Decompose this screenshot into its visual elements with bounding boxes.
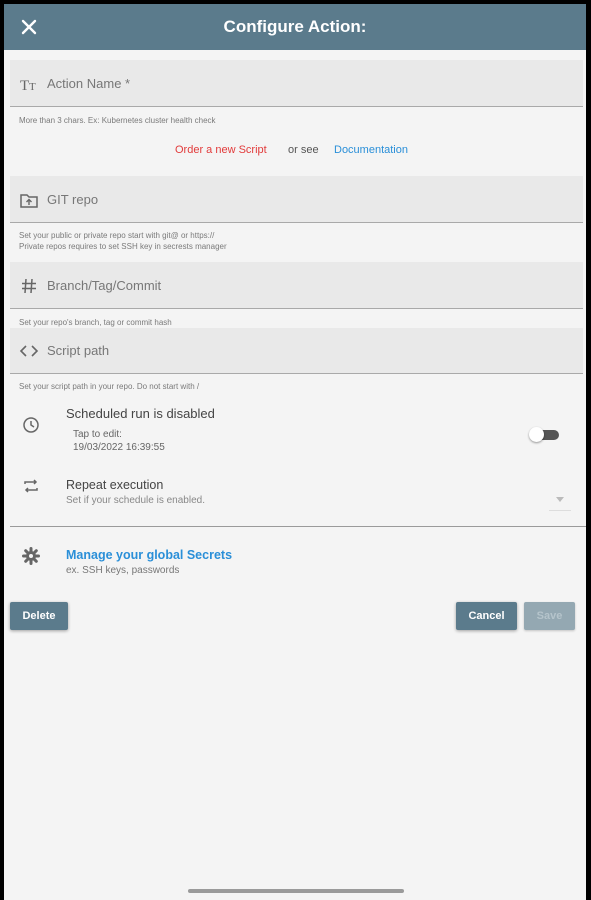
home-indicator	[188, 889, 404, 893]
repeat-dropdown[interactable]	[549, 482, 571, 511]
cancel-button[interactable]: Cancel	[456, 602, 517, 630]
branch-hint: Set your repo's branch, tag or commit ha…	[19, 318, 172, 327]
schedule-edit[interactable]: Tap to edit: 19/03/2022 16:39:55	[73, 428, 165, 454]
or-see-text: or see	[288, 144, 319, 156]
schedule-toggle[interactable]	[529, 427, 559, 442]
app-bar: Configure Action:	[4, 4, 586, 50]
repeat-title: Repeat execution	[66, 478, 164, 492]
section-divider	[10, 526, 586, 527]
secrets-subtitle: ex. SSH keys, passwords	[66, 565, 180, 576]
gear-icon	[22, 547, 40, 565]
chevron-down-icon	[556, 490, 564, 508]
action-name-field[interactable]: TT Action Name *	[10, 60, 583, 107]
order-script-link[interactable]: Order a new Script	[175, 144, 267, 156]
git-repo-hint-2: Private repos requires to set SSH key in…	[19, 242, 227, 251]
hash-icon	[19, 276, 39, 296]
repeat-icon	[22, 477, 40, 495]
script-path-hint: Set your script path in your repo. Do no…	[19, 382, 200, 391]
git-repo-field[interactable]: GIT repo	[10, 176, 583, 223]
script-path-label: Script path	[47, 343, 110, 358]
svg-text:T: T	[20, 78, 29, 94]
text-format-icon: TT	[19, 74, 39, 94]
script-path-field[interactable]: Script path	[10, 328, 583, 374]
branch-label: Branch/Tag/Commit	[47, 278, 162, 293]
delete-button[interactable]: Delete	[10, 602, 68, 630]
tap-to-edit-label: Tap to edit:	[73, 429, 122, 440]
manage-secrets-link[interactable]: Manage your global Secrets	[66, 548, 232, 562]
code-icon	[19, 341, 39, 361]
action-name-hint: More than 3 chars. Ex: Kubernetes cluste…	[19, 116, 216, 125]
schedule-datetime: 19/03/2022 16:39:55	[73, 442, 165, 453]
repeat-subtitle: Set if your schedule is enabled.	[66, 495, 205, 506]
clock-icon	[22, 416, 40, 434]
branch-field[interactable]: Branch/Tag/Commit	[10, 262, 583, 309]
action-name-label: Action Name *	[47, 76, 131, 91]
git-repo-hint-1: Set your public or private repo start wi…	[19, 231, 215, 240]
app-frame: Configure Action: TT Action Name * More …	[4, 4, 586, 900]
toggle-thumb	[529, 427, 544, 442]
page-title: Configure Action:	[223, 17, 367, 36]
svg-text:T: T	[29, 81, 36, 93]
save-button[interactable]: Save	[524, 602, 575, 630]
documentation-link[interactable]: Documentation	[334, 144, 408, 156]
git-repo-label: GIT repo	[47, 192, 99, 207]
schedule-status: Scheduled run is disabled	[66, 406, 215, 421]
folder-upload-icon	[19, 190, 39, 210]
